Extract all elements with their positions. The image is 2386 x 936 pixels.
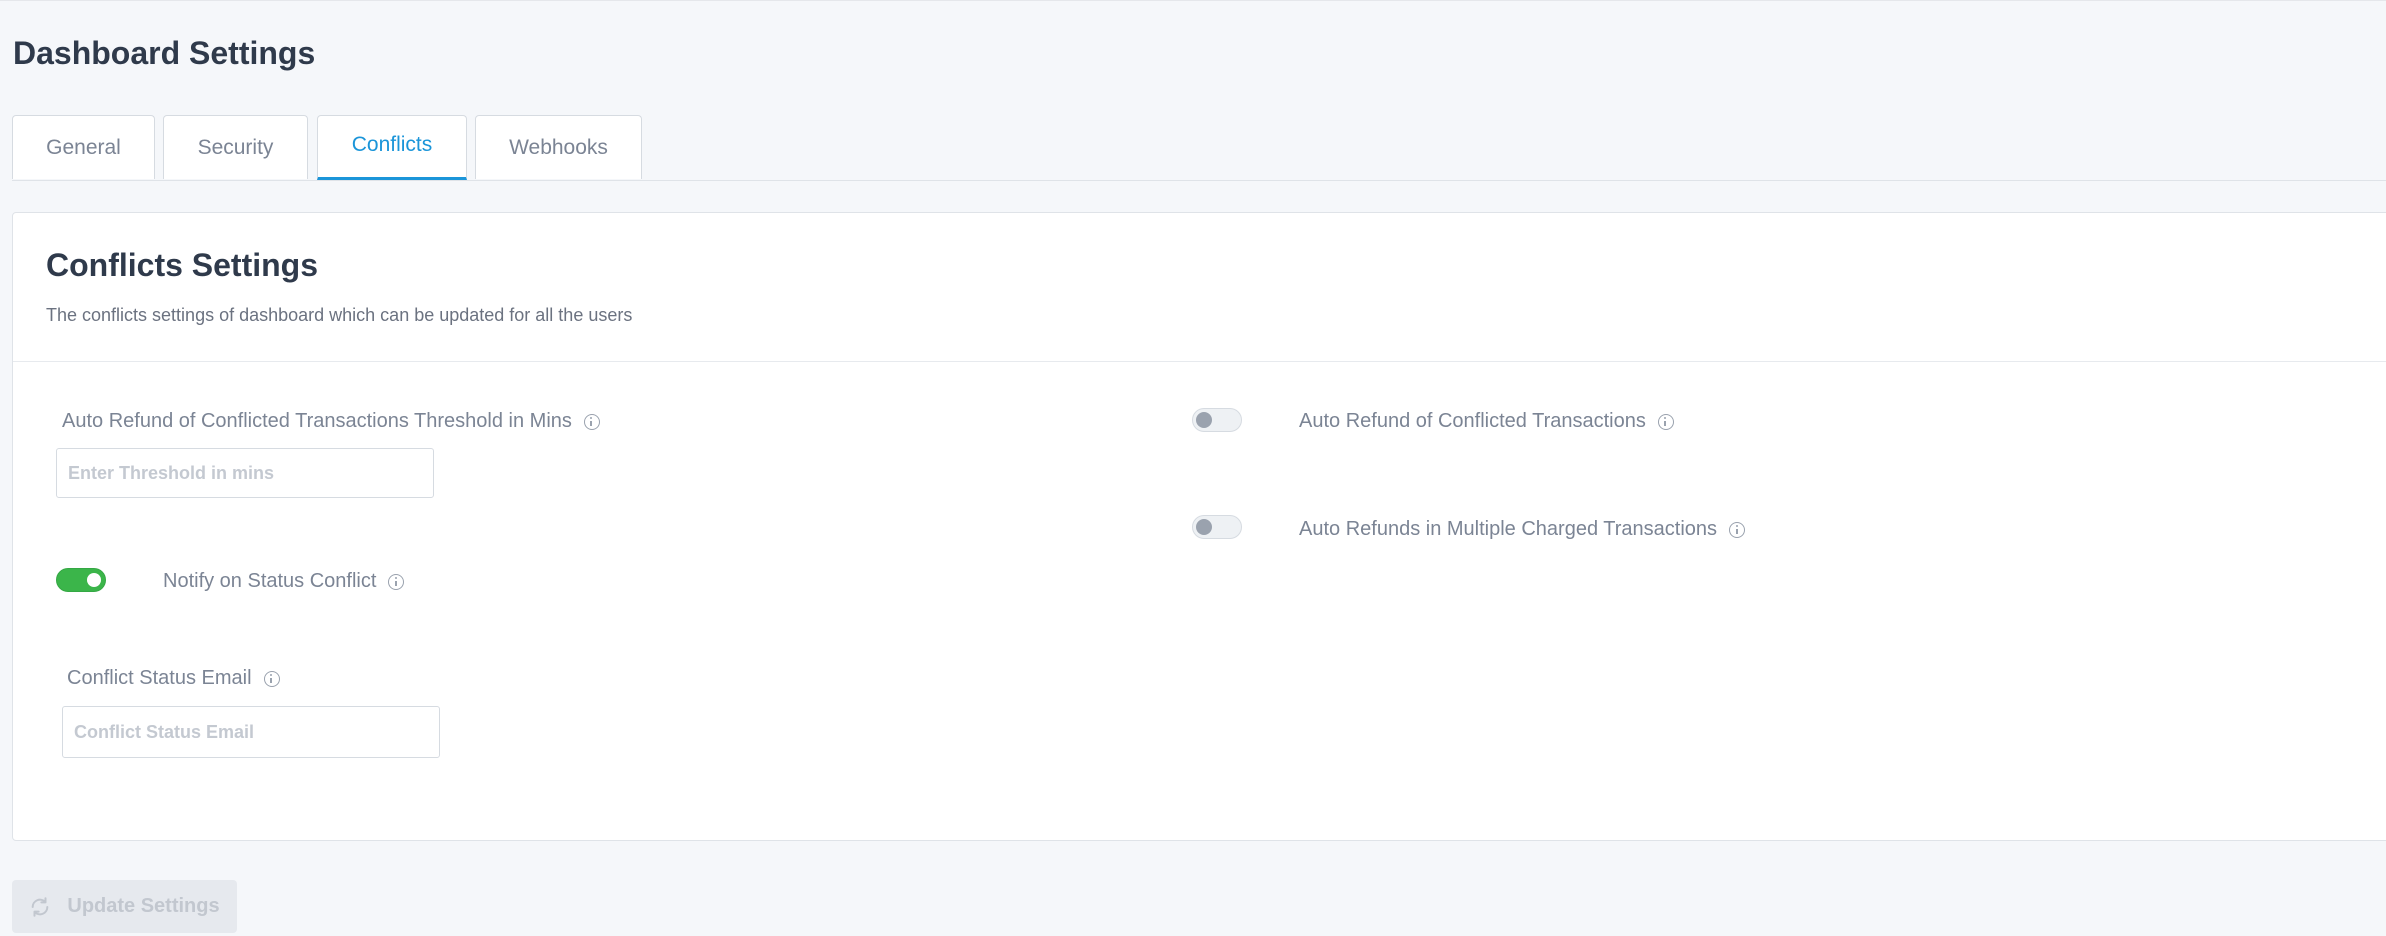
toggle-knob: [1196, 519, 1212, 535]
multi-charged-refund-toggle[interactable]: [1192, 515, 1242, 539]
multi-charged-label-text: Auto Refunds in Multiple Charged Transac…: [1299, 518, 1718, 540]
multi-charged-field-label: Auto Refunds in Multiple Charged Transac…: [1299, 518, 1746, 541]
info-icon[interactable]: [1657, 413, 1674, 430]
conflict-status-email-input[interactable]: [62, 706, 440, 758]
email-field-label: Conflict Status Email: [67, 667, 280, 690]
tab-security[interactable]: Security: [163, 115, 308, 179]
threshold-field-label: Auto Refund of Conflicted Transactions T…: [62, 410, 600, 433]
threshold-input[interactable]: [56, 448, 434, 498]
update-settings-label: Update Settings: [67, 895, 220, 917]
auto-refund-toggle[interactable]: [1192, 408, 1242, 432]
panel-header: Conflicts Settings The conflicts setting…: [13, 213, 2386, 362]
notify-field-label: Notify on Status Conflict: [163, 570, 405, 593]
tab-general[interactable]: General: [12, 115, 155, 179]
notify-status-conflict-toggle[interactable]: [56, 568, 106, 592]
refresh-icon: [32, 896, 49, 917]
email-label-text: Conflict Status Email: [67, 667, 252, 689]
info-icon[interactable]: [583, 413, 600, 430]
info-icon[interactable]: [263, 670, 280, 687]
info-icon[interactable]: [388, 573, 405, 590]
update-settings-button[interactable]: Update Settings: [12, 880, 237, 933]
info-icon[interactable]: [1729, 521, 1746, 538]
toggle-knob: [87, 573, 101, 587]
threshold-label-text: Auto Refund of Conflicted Transactions T…: [62, 410, 572, 432]
tab-webhooks[interactable]: Webhooks: [475, 115, 642, 179]
conflicts-settings-panel: Conflicts Settings The conflicts setting…: [12, 212, 2386, 841]
notify-label-text: Notify on Status Conflict: [163, 570, 377, 592]
page-title: Dashboard Settings: [13, 35, 316, 71]
auto-refund-field-label: Auto Refund of Conflicted Transactions: [1299, 410, 1674, 433]
toggle-knob: [1196, 412, 1212, 428]
tab-conflicts[interactable]: Conflicts: [317, 115, 467, 180]
settings-page: Dashboard Settings General Security Conf…: [0, 0, 2386, 936]
panel-title: Conflicts Settings: [46, 247, 319, 283]
auto-refund-label-text: Auto Refund of Conflicted Transactions: [1299, 410, 1646, 432]
panel-description: The conflicts settings of dashboard whic…: [46, 305, 633, 325]
settings-tabs: General Security Conflicts Webhooks: [12, 115, 2386, 181]
